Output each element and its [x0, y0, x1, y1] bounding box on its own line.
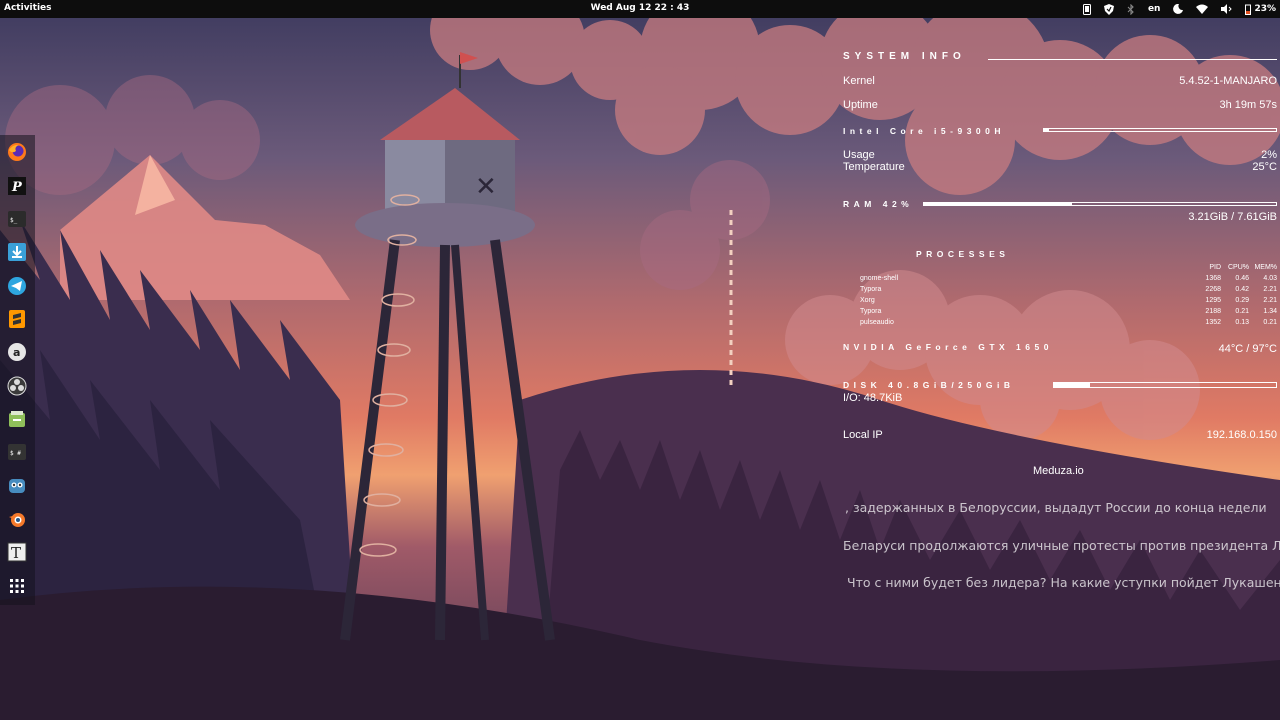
process-cpu: 0.42: [1235, 286, 1249, 293]
usage-label: Usage: [843, 149, 875, 161]
process-name: Xorg: [860, 297, 875, 304]
amazon-icon[interactable]: a: [7, 342, 27, 362]
process-name: gnome-shell: [860, 275, 899, 282]
news-headline: , задержанных в Белоруссии, выдадут Росс…: [845, 500, 1267, 515]
process-pid: 1295: [1205, 297, 1221, 304]
typora-icon[interactable]: T: [7, 542, 27, 562]
dash-dock: P $_ a $ # T: [0, 135, 35, 605]
ram-value: 3.21GiB / 7.61GiB: [1188, 211, 1277, 223]
process-table: PID CPU% MEM% gnome-shell 1368 0.46 4.03…: [860, 262, 1277, 328]
desktop-wallpaper: ✕: [0, 0, 1280, 720]
clock-button[interactable]: Wed Aug 12 22 : 43: [591, 3, 690, 13]
pycharm-icon[interactable]: P: [7, 176, 27, 196]
process-row: Typora 2188 0.21 1.34: [860, 306, 1277, 317]
temperature-value: 25°C: [1252, 161, 1277, 173]
telegram-icon[interactable]: [7, 276, 27, 296]
ram-usage-bar: [923, 202, 1277, 206]
godot-icon[interactable]: [7, 476, 27, 496]
wifi-icon[interactable]: [1196, 2, 1209, 16]
mem-column-header: MEM%: [1254, 264, 1277, 271]
process-cpu: 0.46: [1235, 275, 1249, 282]
system-info-divider: [988, 59, 1277, 60]
phone-icon[interactable]: [1082, 2, 1091, 16]
pid-column-header: PID: [1209, 264, 1221, 271]
gpu-temperatures: 44°C / 97°C: [1218, 343, 1277, 355]
terminal-icon[interactable]: $_: [7, 209, 27, 229]
local-ip-value: 192.168.0.150: [1206, 429, 1277, 441]
keyboard-shortcuts-icon[interactable]: $ #: [7, 442, 27, 462]
battery-percent: 23%: [1254, 4, 1276, 14]
show-apps-icon[interactable]: [7, 576, 27, 596]
process-mem: 1.34: [1263, 308, 1277, 315]
disk-usage-fill: [1054, 383, 1090, 387]
process-name: pulseaudio: [860, 319, 894, 326]
kernel-value: 5.4.52-1-MANJARO: [1179, 75, 1277, 87]
process-row: Xorg 1295 0.29 2.21: [860, 295, 1277, 306]
system-tray[interactable]: en 23%: [1082, 2, 1276, 16]
pycharm-letter: P: [11, 180, 23, 195]
battery-icon: [1245, 4, 1252, 15]
process-pid: 1352: [1205, 319, 1221, 326]
obs-icon[interactable]: [7, 376, 27, 396]
usage-value: 2%: [1261, 149, 1277, 161]
cpu-column-header: CPU%: [1227, 264, 1249, 271]
downloader-icon[interactable]: [7, 242, 27, 262]
process-cpu: 0.29: [1235, 297, 1249, 304]
process-row: pulseaudio 1352 0.13 0.21: [860, 317, 1277, 328]
process-pid: 1368: [1205, 275, 1221, 282]
local-ip-label: Local IP: [843, 429, 883, 441]
disk-io: I/O: 48.7KiB: [843, 392, 903, 404]
wallpaper-illustration: ✕: [0, 0, 1280, 720]
cpu-usage-bar: [1043, 128, 1277, 132]
process-cpu: 0.13: [1235, 319, 1249, 326]
system-info-header: SYSTEM INFO: [843, 51, 966, 62]
uptime-label: Uptime: [843, 99, 878, 111]
process-mem: 0.21: [1263, 319, 1277, 326]
process-table-header: PID CPU% MEM%: [860, 262, 1277, 273]
process-pid: 2268: [1205, 286, 1221, 293]
process-name: Typora: [860, 286, 882, 293]
volume-icon[interactable]: [1221, 2, 1233, 16]
gpu-header: NVIDIA GeForce GTX 1650: [843, 342, 1053, 352]
temperature-label: Temperature: [843, 161, 905, 173]
keyboard-layout[interactable]: en: [1148, 2, 1161, 16]
typora-letter: T: [11, 544, 21, 562]
blender-icon[interactable]: [7, 509, 27, 529]
activities-button[interactable]: Activities: [4, 3, 52, 13]
news-headline: Что с ними будет без лидера? На какие ус…: [847, 575, 1280, 590]
shortcuts-label: $ #: [10, 450, 21, 457]
svg-text:✕: ✕: [475, 172, 497, 202]
process-cpu: 0.21: [1235, 308, 1249, 315]
process-row: Typora 2268 0.42 2.21: [860, 284, 1277, 295]
process-name: Typora: [860, 308, 882, 315]
files-icon[interactable]: [7, 409, 27, 429]
news-source: Meduza.io: [1033, 465, 1084, 477]
ram-usage-fill: [924, 203, 1072, 205]
amazon-letter: a: [13, 346, 20, 359]
news-headline: Беларуси продолжаются уличные протесты п…: [843, 538, 1280, 553]
cpu-usage-fill: [1044, 129, 1049, 131]
kernel-label: Kernel: [843, 75, 875, 87]
process-pid: 2188: [1205, 308, 1221, 315]
battery-indicator[interactable]: 23%: [1245, 2, 1276, 16]
process-row: gnome-shell 1368 0.46 4.03: [860, 273, 1277, 284]
process-mem: 4.03: [1263, 275, 1277, 282]
terminal-prompt: $_: [10, 217, 18, 224]
processes-header: PROCESSES: [916, 249, 1010, 259]
process-mem: 2.21: [1263, 297, 1277, 304]
process-mem: 2.21: [1263, 286, 1277, 293]
sublime-text-icon[interactable]: [7, 309, 27, 329]
firefox-icon[interactable]: [7, 142, 27, 162]
bluetooth-icon[interactable]: [1127, 2, 1135, 16]
top-panel: Activities Wed Aug 12 22 : 43 en 23%: [0, 0, 1280, 18]
disk-usage-bar: [1053, 382, 1277, 388]
night-light-icon[interactable]: [1173, 2, 1184, 16]
uptime-value: 3h 19m 57s: [1219, 99, 1277, 111]
shield-icon[interactable]: [1103, 2, 1114, 16]
